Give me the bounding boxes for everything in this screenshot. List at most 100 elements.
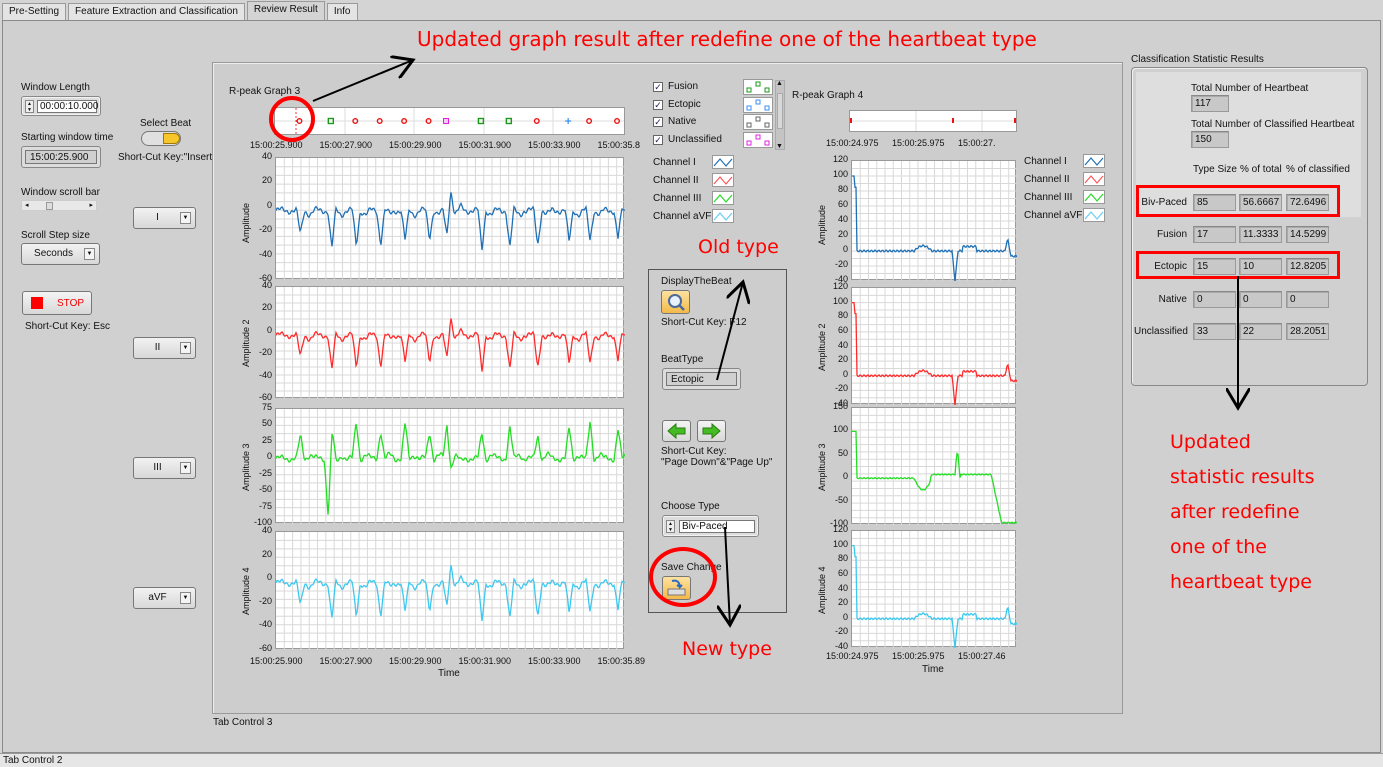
graph4-plot-2[interactable] bbox=[851, 287, 1018, 406]
chevron-down-icon[interactable]: ▼ bbox=[180, 462, 191, 474]
channel-legend-label: Channel II bbox=[653, 175, 699, 186]
checkbox-native[interactable]: ✓ bbox=[653, 117, 663, 127]
tab-info[interactable]: Info bbox=[326, 3, 358, 20]
graph4-ytick: 20 bbox=[837, 597, 848, 608]
legend-scroll-thumb[interactable] bbox=[777, 93, 783, 129]
scroll-right-icon[interactable]: ▸ bbox=[89, 201, 93, 209]
channel-legend-label: Channel I bbox=[1024, 156, 1067, 167]
display-beat-label: DisplayTheBeat bbox=[661, 276, 732, 287]
stat-type-size: 0 bbox=[1193, 291, 1236, 308]
graph4-ytick: 100 bbox=[832, 169, 848, 179]
graph4-title: R-peak Graph 4 bbox=[792, 90, 864, 101]
graph4-ytick: 60 bbox=[837, 199, 848, 209]
arrow-right-icon bbox=[702, 422, 721, 440]
start-time-label: Starting window time bbox=[21, 132, 114, 143]
spin-arrows-icon[interactable]: ▲ ▼ bbox=[25, 100, 34, 113]
classified-heartbeat-label: Total Number of Classified Heartbeat bbox=[1191, 119, 1355, 130]
chevron-down-icon[interactable]: ▼ bbox=[84, 248, 95, 260]
channel-legend-label: Channel III bbox=[1024, 192, 1073, 203]
rpeak-marker-ectopic[interactable] bbox=[565, 118, 572, 124]
beat-type-value: Ectopic bbox=[666, 372, 737, 386]
legend-swatch-fusion bbox=[743, 79, 773, 95]
scroll-left-icon[interactable]: ◂ bbox=[25, 201, 29, 209]
window-length-field[interactable]: ▲ ▼ 00:00:10.000 bbox=[21, 96, 101, 116]
display-shortcut: Short-Cut Key: F12 bbox=[661, 317, 747, 328]
graph3-plot-2[interactable] bbox=[275, 286, 626, 399]
chevron-down-icon[interactable]: ▼ bbox=[180, 342, 191, 354]
channel-legend-swatch bbox=[1083, 172, 1105, 186]
stat-row-label: Unclassified bbox=[1134, 326, 1188, 337]
graph3-ytick: -75 bbox=[258, 500, 272, 511]
graph4-rpeak-strip[interactable] bbox=[849, 110, 1017, 132]
channel-legend-label: Channel I bbox=[653, 157, 696, 168]
channel-select-1[interactable]: I ▼ bbox=[133, 207, 196, 229]
rpeak-marker-unclassified[interactable] bbox=[443, 118, 450, 124]
tab-feature-extraction[interactable]: Feature Extraction and Classification bbox=[68, 3, 245, 20]
classified-heartbeat-value: 150 bbox=[1191, 131, 1229, 148]
graph3-top-tick: 15:00:27.900 bbox=[319, 140, 373, 150]
step-size-value: Seconds bbox=[34, 248, 73, 259]
graph3-ytick: 20 bbox=[261, 302, 272, 313]
display-beat-button[interactable] bbox=[661, 290, 690, 314]
legend-label-fusion: Fusion bbox=[668, 81, 699, 92]
graph3-plot-3[interactable] bbox=[275, 408, 626, 524]
legend-scrollbar[interactable]: ▲ ▼ bbox=[775, 80, 785, 150]
graph4-ytick: -40 bbox=[834, 641, 848, 651]
highlight-box-ectopic bbox=[1136, 251, 1340, 279]
graph3-ylabel-4: Amplitude 4 bbox=[241, 567, 251, 615]
graph4-plot-4[interactable] bbox=[851, 530, 1018, 649]
scroll-up-icon[interactable]: ▲ bbox=[776, 80, 783, 87]
graph3-bottom-tick: 15:00:33.900 bbox=[528, 656, 581, 666]
choose-type-value[interactable]: Biv-Paced bbox=[679, 520, 755, 533]
annotation-new-type: New type bbox=[682, 638, 772, 660]
legend-label-native: Native bbox=[668, 116, 697, 127]
legend-swatch-unclassified bbox=[743, 131, 773, 148]
graph3-rpeak-strip[interactable] bbox=[274, 107, 625, 135]
graph3-bottom-tick: 15:00:31.900 bbox=[458, 656, 512, 666]
checkbox-ectopic[interactable]: ✓ bbox=[653, 99, 663, 110]
graph4-ytick: -50 bbox=[834, 494, 848, 505]
graph3-ytick: -40 bbox=[258, 248, 272, 259]
tab-pre-setting[interactable]: Pre-Setting bbox=[2, 3, 67, 20]
graph4-ytick: -20 bbox=[834, 259, 848, 269]
channel-select-2[interactable]: II ▼ bbox=[133, 337, 196, 359]
graph3-plot-1[interactable] bbox=[275, 157, 626, 280]
annotation-stats-line: statistic results bbox=[1170, 466, 1315, 488]
start-time-indicator: 15:00:25.900 bbox=[21, 146, 101, 168]
graph3-plot-4[interactable] bbox=[275, 531, 626, 650]
stat-pct-classified: 14.5299 bbox=[1286, 226, 1329, 243]
spin-arrows-icon[interactable]: ▲ ▼ bbox=[666, 520, 675, 533]
chevron-down-icon[interactable]: ▼ bbox=[180, 212, 191, 224]
select-beat-toggle[interactable] bbox=[141, 131, 181, 146]
window-length-value[interactable]: 00:00:10.000 bbox=[37, 100, 98, 113]
nav-shortcut-2: "Page Down"&"Page Up" bbox=[661, 457, 773, 468]
previous-beat-button[interactable] bbox=[662, 420, 691, 442]
checkbox-unclassified[interactable]: ✓ bbox=[653, 134, 663, 145]
highlight-box-biv-paced bbox=[1136, 185, 1340, 217]
step-size-select[interactable]: Seconds ▼ bbox=[21, 243, 100, 265]
graph3-ytick: -20 bbox=[258, 347, 272, 358]
channel-select-4[interactable]: aVF ▼ bbox=[133, 587, 196, 609]
graph4-plot-3[interactable] bbox=[851, 407, 1018, 525]
choose-type-selector[interactable]: ▲ ▼ Biv-Paced bbox=[662, 515, 759, 537]
channel-select-3[interactable]: III ▼ bbox=[133, 457, 196, 479]
checkbox-fusion[interactable]: ✓ bbox=[653, 82, 663, 92]
next-beat-button[interactable] bbox=[697, 420, 726, 442]
channel-legend-swatch bbox=[712, 209, 734, 223]
step-size-label: Scroll Step size bbox=[21, 230, 90, 241]
stop-button[interactable]: STOP bbox=[22, 291, 92, 315]
col-type-size: Type Size bbox=[1193, 164, 1237, 175]
graph4-plot-1[interactable] bbox=[851, 160, 1018, 282]
graph4-ytick: 0 bbox=[842, 471, 848, 482]
tab-review-result[interactable]: Review Result bbox=[246, 1, 325, 20]
scroll-thumb[interactable] bbox=[46, 202, 53, 210]
graph4-top-tick: 15:00:27. bbox=[958, 138, 996, 148]
graph4-ytick: 120 bbox=[832, 154, 848, 164]
graph4-ylabel-3: Amplitude 3 bbox=[817, 442, 827, 491]
window-scroll-bar[interactable]: ◂ ▸ bbox=[21, 200, 97, 211]
scroll-down-icon[interactable]: ▼ bbox=[776, 143, 783, 150]
chevron-down-icon[interactable]: ▼ bbox=[180, 592, 191, 604]
graph3-ytick: 0 bbox=[266, 451, 272, 462]
choose-type-label: Choose Type bbox=[661, 501, 720, 512]
graph4-top-tick: 15:00:24.975 bbox=[826, 138, 879, 148]
